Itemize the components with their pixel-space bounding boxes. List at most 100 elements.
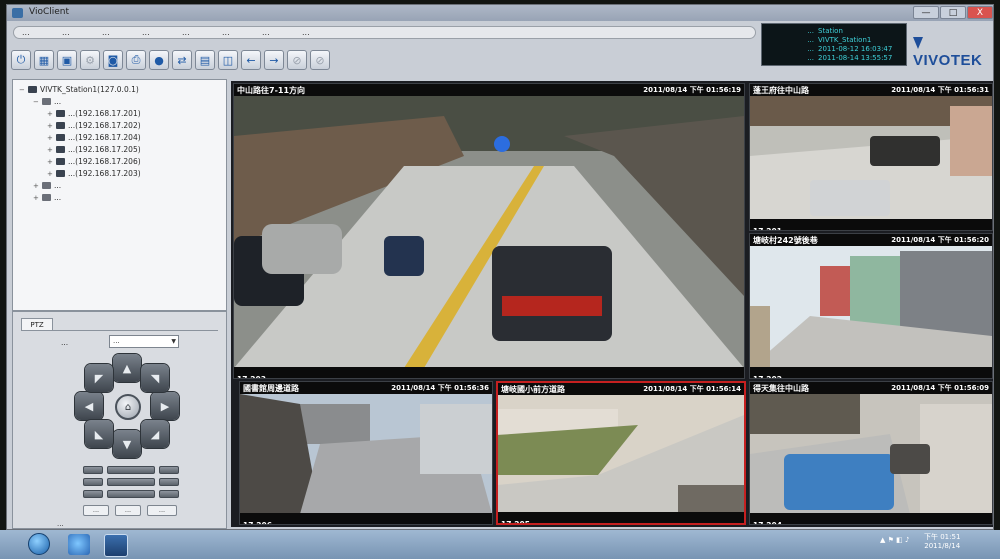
zoom-slider[interactable] [107, 466, 155, 474]
tree-group-3[interactable]: +... [33, 193, 61, 202]
camera-name: 得天集往中山路 [753, 383, 809, 393]
tree-root[interactable]: − VIVTK_Station1(127.0.0.1) [19, 85, 139, 94]
expand-icon[interactable]: + [47, 134, 54, 142]
camera-view-1[interactable]: 中山路往7-11方向 2011/08/14 下午 01:56:19 17.203 [233, 83, 745, 379]
maximize-button[interactable]: □ [940, 6, 966, 19]
vivotek-app-icon[interactable] [104, 534, 128, 557]
menu-item-8[interactable]: ... [302, 28, 342, 37]
focus-slider[interactable] [107, 478, 155, 486]
disabled-icon-2[interactable]: ⊘ [310, 50, 330, 70]
pan-down-left-button[interactable]: ◣ [85, 420, 113, 448]
ptz-mode-select[interactable]: ... ▼ [109, 335, 179, 348]
expand-icon[interactable]: + [47, 158, 54, 166]
camera-view-2[interactable]: 蓬王府往中山路 2011/08/14 下午 01:56:31 17.201 [749, 83, 993, 231]
ie-icon[interactable] [68, 534, 90, 555]
menu-item-5[interactable]: ... [182, 28, 222, 37]
info-value-4: 2011-08-14 13:55:57 [818, 54, 893, 62]
system-clock[interactable]: 下午 01:51 2011/8/14 [924, 533, 960, 551]
camera-name: 塘岐國小前方道路 [501, 384, 565, 394]
camera-icon[interactable]: ◙ [103, 50, 123, 70]
print-icon[interactable]: ⎙ [126, 50, 146, 70]
menu-item-2[interactable]: ... [62, 28, 102, 37]
pan-up-left-button[interactable]: ◤ [85, 364, 113, 392]
focus-near-button[interactable] [83, 478, 103, 486]
record-icon[interactable]: ● [149, 50, 169, 70]
layout-icon[interactable]: ▦ [34, 50, 54, 70]
pan-down-button[interactable]: ▼ [113, 430, 141, 458]
tree-group-2[interactable]: +... [33, 181, 61, 190]
chevron-down-icon: ▼ [171, 338, 176, 345]
start-button[interactable] [28, 533, 50, 555]
menu-item-6[interactable]: ... [222, 28, 262, 37]
disabled-icon[interactable]: ⊘ [287, 50, 307, 70]
expand-icon[interactable]: + [47, 110, 54, 118]
tree-camera-1[interactable]: + ...(192.168.17.201) [47, 109, 141, 118]
pan-up-button[interactable]: ▲ [113, 354, 141, 382]
camera-footer: 17.203 [234, 367, 744, 378]
camera-feed-image [750, 246, 992, 368]
tree-camera-3[interactable]: + ...(192.168.17.204) [47, 133, 141, 142]
camera-view-5[interactable]: 塘岐國小前方道路 2011/08/14 下午 01:56:14 17.205 [496, 381, 746, 525]
expand-icon[interactable]: + [47, 170, 54, 178]
camera-view-4[interactable]: 國書館周邊道路 2011/08/14 下午 01:56:36 17.206 [239, 381, 493, 525]
expand-icon[interactable]: + [47, 122, 54, 130]
minimize-button[interactable]: — [913, 6, 939, 19]
tray-icons[interactable]: ▲ ⚑ ◧ ♪ [880, 536, 909, 544]
ptz-button-3[interactable]: ... [147, 505, 177, 516]
ptz-button-1[interactable]: ... [83, 505, 109, 516]
window-title: VioClient [29, 7, 70, 17]
tree-group[interactable]: −... [33, 97, 61, 106]
home-button[interactable]: ⌂ [115, 394, 141, 420]
menu-item-3[interactable]: ... [102, 28, 142, 37]
power-icon[interactable]: ⏻ [11, 50, 31, 70]
camera-timestamp: 2011/08/14 下午 01:56:31 [891, 86, 989, 94]
iris-slider[interactable] [107, 490, 155, 498]
camera-header: 蓬王府往中山路 2011/08/14 下午 01:56:31 [750, 84, 992, 96]
arrow-left-icon[interactable]: ← [241, 50, 261, 70]
taskbar: ▲ ⚑ ◧ ♪ 下午 01:51 2011/8/14 [0, 530, 1000, 559]
expand-icon[interactable]: + [33, 182, 40, 190]
logo-text: VIVOTEK [913, 52, 983, 69]
collapse-icon[interactable]: − [33, 98, 40, 106]
menu-item-4[interactable]: ... [142, 28, 182, 37]
menu-item-7[interactable]: ... [262, 28, 302, 37]
app-window: VioClient — □ X ... ... ... ... ... ... … [6, 4, 994, 530]
pan-up-right-button[interactable]: ◥ [141, 364, 169, 392]
layout-4-icon[interactable]: ◫ [218, 50, 238, 70]
zoom-out-button[interactable] [83, 466, 103, 474]
camera-view-3[interactable]: 塘岐村242號後巷 2011/08/14 下午 01:56:20 17.202 [749, 233, 993, 379]
ptz-button-2[interactable]: ... [115, 505, 141, 516]
app-icon [12, 8, 23, 18]
tree-camera-5[interactable]: + ...(192.168.17.206) [47, 157, 141, 166]
camera-view-6[interactable]: 得天集往中山路 2011/08/14 下午 01:56:09 17.204 [749, 381, 993, 525]
expand-icon[interactable]: + [47, 146, 54, 154]
iris-close-button[interactable] [83, 490, 103, 498]
lock-icon[interactable]: ▣ [57, 50, 77, 70]
camera-icon [56, 134, 65, 141]
menu-item-1[interactable]: ... [22, 28, 62, 37]
pan-down-right-button[interactable]: ◢ [141, 420, 169, 448]
clock-time: 下午 01:51 [924, 533, 961, 541]
tree-camera-4[interactable]: + ...(192.168.17.205) [47, 145, 141, 154]
camera-icon [56, 122, 65, 129]
grid-icon[interactable]: ▤ [195, 50, 215, 70]
tree-camera-6[interactable]: + ...(192.168.17.203) [47, 169, 141, 178]
expand-icon[interactable]: + [33, 194, 40, 202]
pan-left-button[interactable]: ◀ [75, 392, 103, 420]
focus-far-button[interactable] [159, 478, 179, 486]
station-info-panel: ... Station ... VIVTK_Station1 ... 2011-08-… [761, 23, 907, 66]
pan-right-button[interactable]: ▶ [151, 392, 179, 420]
ptz-mode-value: ... [113, 337, 120, 345]
tree-other-label: ... [54, 193, 62, 202]
settings-icon[interactable]: ⚙ [80, 50, 100, 70]
collapse-icon[interactable]: − [19, 86, 26, 94]
switch-icon[interactable]: ⇄ [172, 50, 192, 70]
arrow-right-icon[interactable]: → [264, 50, 284, 70]
title-bar[interactable]: VioClient — □ X [7, 5, 993, 21]
info-label-2: ... [807, 36, 814, 44]
tree-camera-label: ...(192.168.17.203) [68, 169, 141, 178]
close-button[interactable]: X [967, 6, 993, 19]
tree-camera-2[interactable]: + ...(192.168.17.202) [47, 121, 141, 130]
iris-open-button[interactable] [159, 490, 179, 498]
zoom-in-button[interactable] [159, 466, 179, 474]
